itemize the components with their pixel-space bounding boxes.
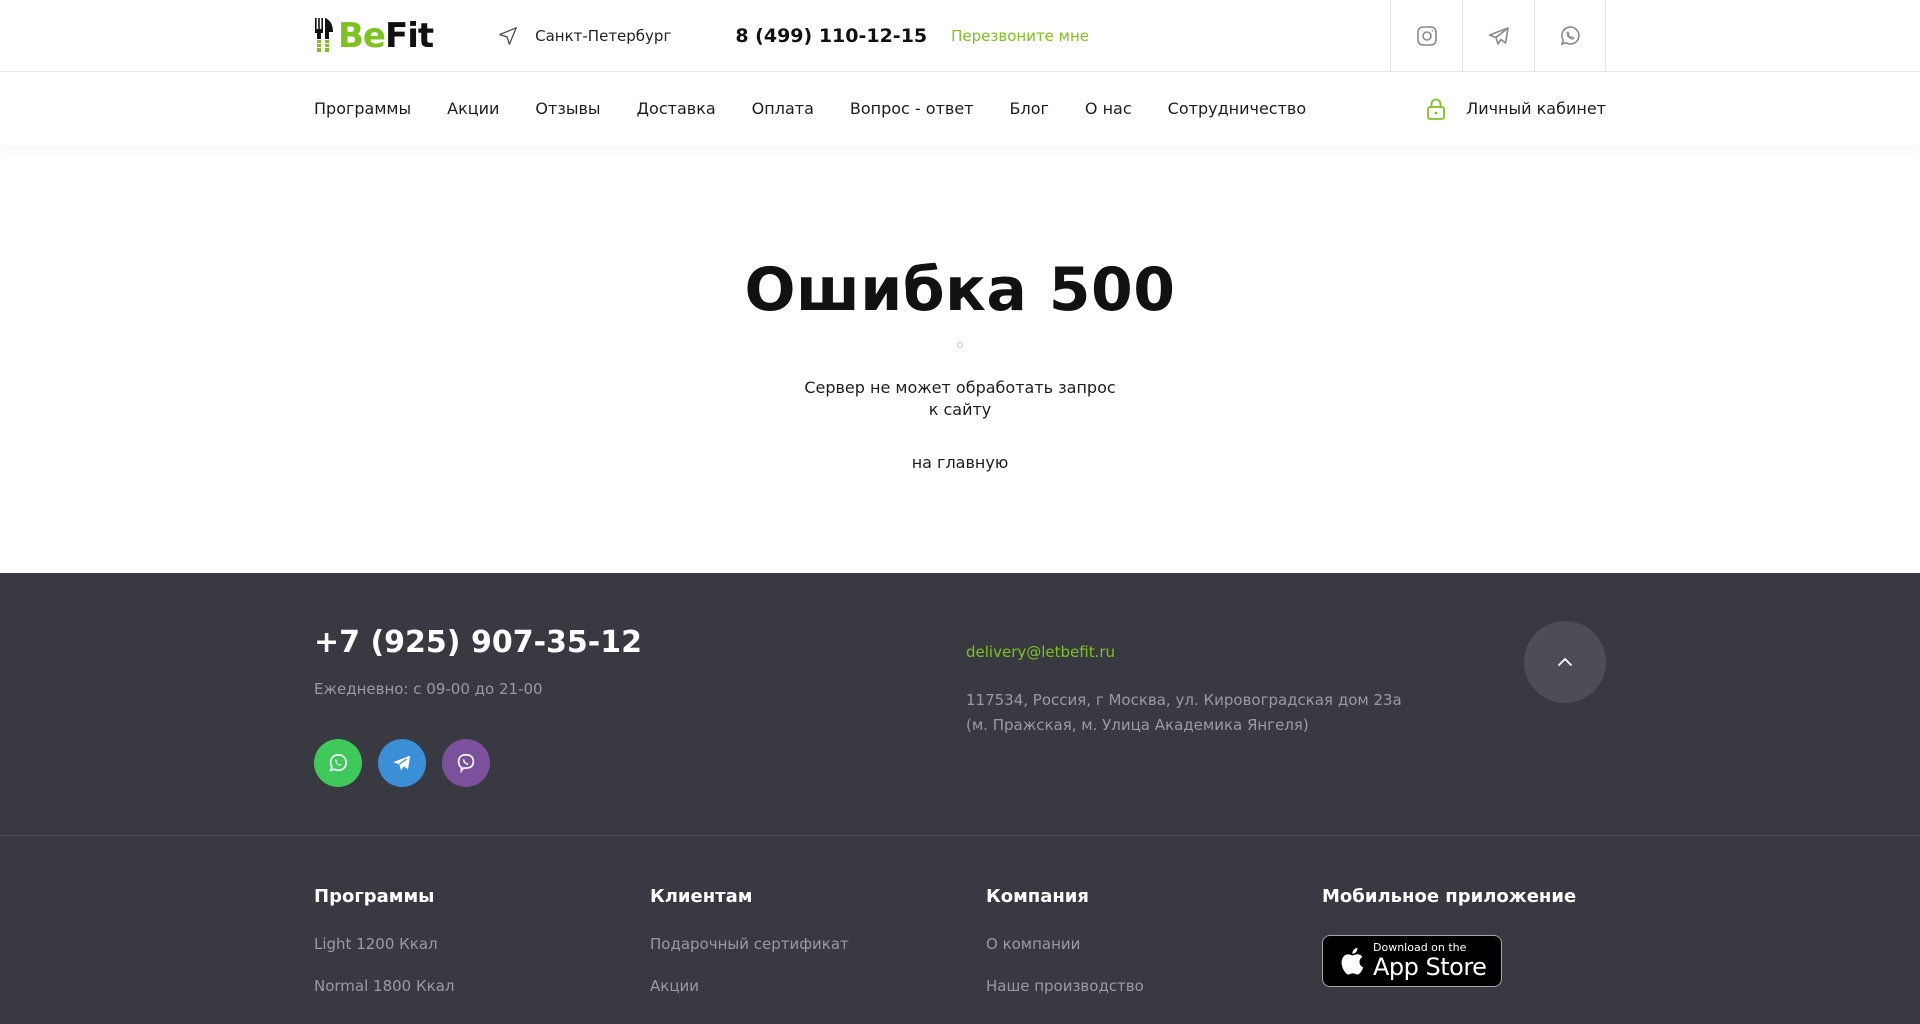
footer-col-mobile-app: Мобильное приложение Download on the App… [1322, 886, 1576, 987]
error-title: Ошибка 500 [744, 255, 1176, 325]
top-header: BeFit Санкт-Петербург 8 (499) 110-12-15 … [0, 0, 1920, 72]
address-metro: (м. Пражская, м. Улица Академика Янгеля) [966, 716, 1309, 734]
fork-logo-icon [314, 16, 334, 56]
main-navigation: Программы Акции Отзывы Доставка Оплата В… [0, 72, 1920, 145]
footer-col-clients: Клиентам Подарочный сертификат Акции [650, 886, 849, 1019]
nav-item-partnership[interactable]: Сотрудничество [1168, 99, 1306, 118]
whatsapp-button[interactable] [1534, 0, 1606, 72]
footer-links: Программы Light 1200 Ккал Normal 1800 Кк… [0, 836, 1920, 1023]
logo-text: BeFit [338, 16, 434, 56]
viber-icon [457, 753, 475, 774]
footer-link[interactable]: О компании [986, 935, 1144, 953]
scroll-to-top-button[interactable] [1524, 621, 1606, 703]
footer-hours: Ежедневно: с 09-00 до 21-00 [314, 680, 543, 698]
whatsapp-icon [1560, 26, 1580, 46]
footer-col-title: Программы [314, 886, 435, 907]
footer-messengers [314, 739, 506, 787]
footer-col-title: Клиентам [650, 886, 753, 907]
footer-col-title: Мобильное приложение [1322, 886, 1577, 907]
account-link[interactable]: Личный кабинет [1426, 72, 1606, 145]
nav-item-about[interactable]: О нас [1085, 99, 1132, 118]
footer-contacts: +7 (925) 907-35-12 Ежедневно: с 09-00 до… [0, 573, 1920, 836]
apple-icon [1341, 947, 1364, 975]
whatsapp-icon [329, 753, 347, 772]
nav-item-reviews[interactable]: Отзывы [535, 99, 600, 118]
footer-link[interactable]: Подарочный сертификат [650, 935, 849, 953]
nav-item-programs[interactable]: Программы [314, 99, 411, 118]
address-line: 117534, Россия, г Москва, ул. Кировоград… [966, 691, 1402, 709]
telegram-button[interactable] [1462, 0, 1534, 72]
divider-dot [957, 342, 963, 348]
footer-link[interactable]: Наше производство [986, 977, 1144, 995]
footer-address: 117534, Россия, г Москва, ул. Кировоград… [966, 688, 1402, 738]
logo-fit: Fit [384, 16, 434, 56]
nav-item-delivery[interactable]: Доставка [637, 99, 716, 118]
footer-email[interactable]: delivery@letbefit.ru [966, 643, 1115, 661]
footer-link[interactable]: Акции [650, 977, 849, 995]
footer-phone[interactable]: +7 (925) 907-35-12 [314, 625, 642, 660]
footer-link[interactable]: Normal 1800 Ккал [314, 977, 454, 995]
footer: +7 (925) 907-35-12 Ежедневно: с 09-00 до… [0, 573, 1920, 1024]
header-socials [1390, 0, 1606, 72]
footer-col-title: Компания [986, 886, 1089, 907]
account-label: Личный кабинет [1466, 99, 1606, 118]
viber-button[interactable] [442, 739, 490, 787]
nav-item-faq[interactable]: Вопрос - ответ [850, 99, 974, 118]
instagram-button[interactable] [1390, 0, 1462, 72]
lock-icon [1427, 98, 1446, 120]
whatsapp-button[interactable] [314, 739, 362, 787]
chevron-up-icon [1558, 658, 1572, 666]
footer-col-programs: Программы Light 1200 Ккал Normal 1800 Кк… [314, 886, 454, 1019]
home-link[interactable]: на главную [0, 453, 1920, 472]
location-arrow-icon [499, 27, 518, 45]
city-selector[interactable]: Санкт-Петербург [497, 25, 671, 47]
error-section: Ошибка 500 Сервер не может обработать за… [0, 145, 1920, 573]
telegram-icon [393, 755, 411, 771]
footer-link[interactable]: Light 1200 Ккал [314, 935, 454, 953]
logo[interactable]: BeFit [314, 14, 434, 58]
nav-item-payment[interactable]: Оплата [752, 99, 814, 118]
error-description: Сервер не может обработать запрос к сайт… [804, 378, 1116, 419]
callback-link[interactable]: Перезвоните мне [951, 27, 1089, 45]
instagram-icon [1416, 26, 1437, 46]
footer-col-company: Компания О компании Наше производство [986, 886, 1144, 1019]
city-name: Санкт-Петербург [535, 27, 672, 45]
app-store-badge[interactable]: Download on the App Store [1322, 935, 1502, 987]
app-store-big-text: App Store [1373, 953, 1487, 981]
logo-be: Be [338, 16, 386, 56]
telegram-icon [1488, 27, 1509, 45]
nav-item-promotions[interactable]: Акции [447, 99, 499, 118]
nav-item-blog[interactable]: Блог [1010, 99, 1049, 118]
header-phone[interactable]: 8 (499) 110-12-15 [735, 25, 927, 47]
telegram-button[interactable] [378, 739, 426, 787]
